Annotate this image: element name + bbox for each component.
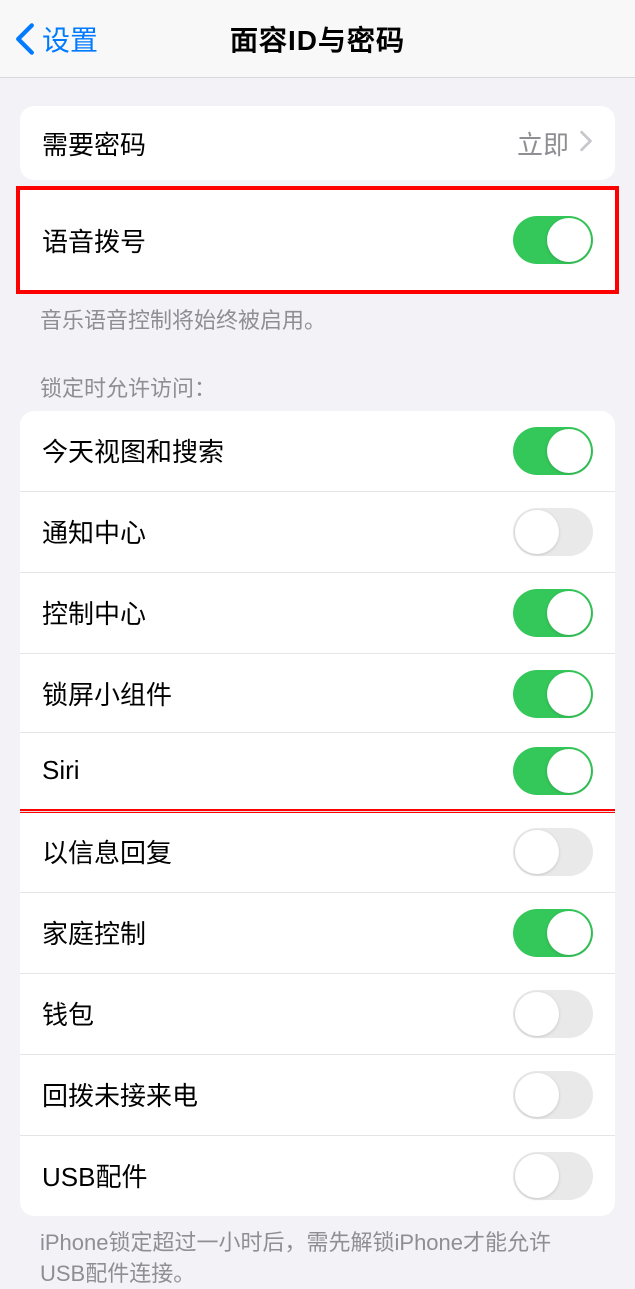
back-label: 设置: [42, 19, 98, 59]
require-passcode-detail: 立即: [517, 125, 593, 162]
toggle-knob: [547, 749, 591, 793]
nav-header: 设置 面容ID与密码: [0, 0, 635, 78]
locked-access-toggle[interactable]: [513, 589, 593, 637]
locked-access-toggle[interactable]: [513, 990, 593, 1038]
locked-access-row: USB配件: [20, 1135, 615, 1216]
toggle-knob: [515, 1154, 559, 1198]
toggle-knob: [547, 911, 591, 955]
toggle-knob: [547, 218, 591, 262]
toggle-knob: [547, 672, 591, 716]
locked-access-label: Siri: [42, 755, 80, 786]
locked-access-label: 钱包: [42, 995, 94, 1032]
require-passcode-section: 需要密码 立即: [20, 106, 615, 180]
locked-access-label: 控制中心: [42, 594, 146, 631]
back-button[interactable]: 设置: [14, 19, 98, 59]
locked-access-label: USB配件: [42, 1157, 147, 1194]
voice-dial-section: 语音拨号: [16, 186, 619, 294]
locked-access-list: 今天视图和搜索通知中心控制中心锁屏小组件 Siri 以信息回复家庭控制钱包回拨未接来…: [20, 411, 615, 1216]
require-passcode-row[interactable]: 需要密码 立即: [20, 106, 615, 180]
toggle-knob: [547, 429, 591, 473]
locked-access-label: 锁屏小组件: [42, 675, 172, 712]
locked-access-footer: iPhone锁定超过一小时后，需先解锁iPhone才能允许USB配件连接。: [40, 1228, 595, 1289]
locked-access-label: 家庭控制: [42, 914, 146, 951]
locked-access-row: 通知中心: [20, 491, 615, 572]
chevron-left-icon: [14, 22, 36, 56]
toggle-knob: [515, 510, 559, 554]
locked-access-row: 今天视图和搜索: [20, 411, 615, 491]
toggle-knob: [515, 992, 559, 1036]
chevron-right-icon: [579, 130, 593, 157]
locked-access-toggle[interactable]: [513, 508, 593, 556]
locked-access-toggle[interactable]: [513, 909, 593, 957]
page-title: 面容ID与密码: [230, 19, 405, 59]
locked-access-row: Siri: [20, 732, 615, 813]
voice-dial-row: 语音拨号: [20, 190, 615, 290]
locked-access-label: 今天视图和搜索: [42, 432, 224, 469]
locked-access-toggle[interactable]: [513, 828, 593, 876]
toggle-knob: [515, 830, 559, 874]
locked-access-toggle[interactable]: [513, 1071, 593, 1119]
toggle-knob: [515, 1073, 559, 1117]
locked-access-row: 钱包: [20, 973, 615, 1054]
locked-access-row: 控制中心: [20, 572, 615, 653]
locked-access-toggle[interactable]: [513, 747, 593, 795]
voice-dial-toggle[interactable]: [513, 216, 593, 264]
locked-access-row: 锁屏小组件: [20, 653, 615, 734]
require-passcode-value: 立即: [517, 125, 569, 162]
locked-access-toggle[interactable]: [513, 670, 593, 718]
voice-dial-label: 语音拨号: [42, 222, 146, 259]
locked-access-toggle[interactable]: [513, 1152, 593, 1200]
locked-access-row: 回拨未接来电: [20, 1054, 615, 1135]
locked-access-toggle[interactable]: [513, 427, 593, 475]
locked-access-row: 以信息回复: [20, 811, 615, 892]
locked-access-label: 回拨未接来电: [42, 1076, 198, 1113]
locked-access-header: 锁定时允许访问：: [40, 371, 595, 403]
toggle-knob: [547, 591, 591, 635]
voice-dial-footer: 音乐语音控制将始终被启用。: [40, 306, 595, 337]
require-passcode-label: 需要密码: [42, 125, 146, 162]
locked-access-label: 通知中心: [42, 513, 146, 550]
locked-access-row: 家庭控制: [20, 892, 615, 973]
locked-access-label: 以信息回复: [42, 833, 172, 870]
